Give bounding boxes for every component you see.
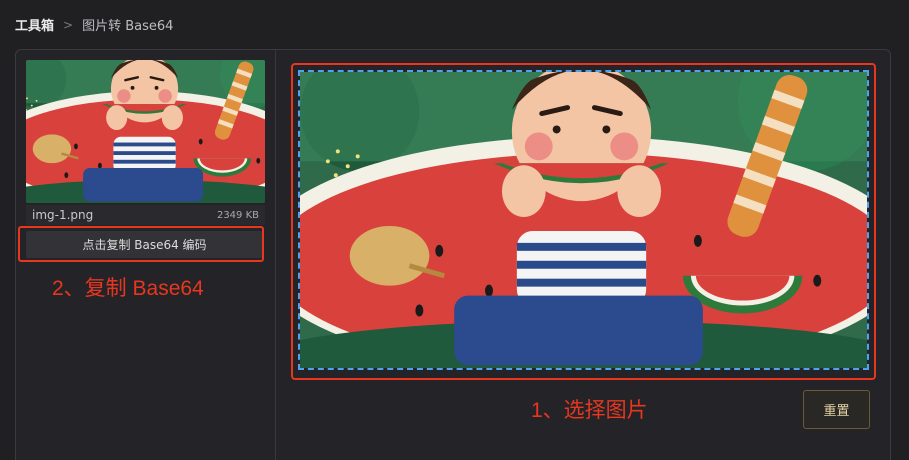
annotation-step-2: 2、复制 Base64 [52, 277, 204, 300]
file-size: 2349 KB [216, 209, 259, 221]
image-upload-area[interactable] [298, 70, 869, 370]
breadcrumb-root[interactable]: 工具箱 [15, 15, 54, 34]
file-info-row: img-1.png 2349 KB [26, 205, 265, 225]
copy-base64-button[interactable]: 点击复制 Base64 编码 [26, 231, 263, 258]
file-name: img-1.png [32, 208, 94, 222]
chevron-right-icon: > [63, 17, 74, 32]
breadcrumb-current: 图片转 Base64 [82, 19, 174, 34]
reset-button[interactable]: 重置 [803, 390, 870, 429]
panel-divider [275, 50, 276, 460]
image-thumbnail [26, 60, 265, 203]
breadcrumb: 工具箱 > 图片转 Base64 [15, 15, 174, 35]
watermelon-illustration-thumbnail [26, 60, 265, 203]
annotation-step-1: 1、选择图片 [531, 399, 648, 422]
watermelon-illustration-preview [300, 72, 867, 368]
